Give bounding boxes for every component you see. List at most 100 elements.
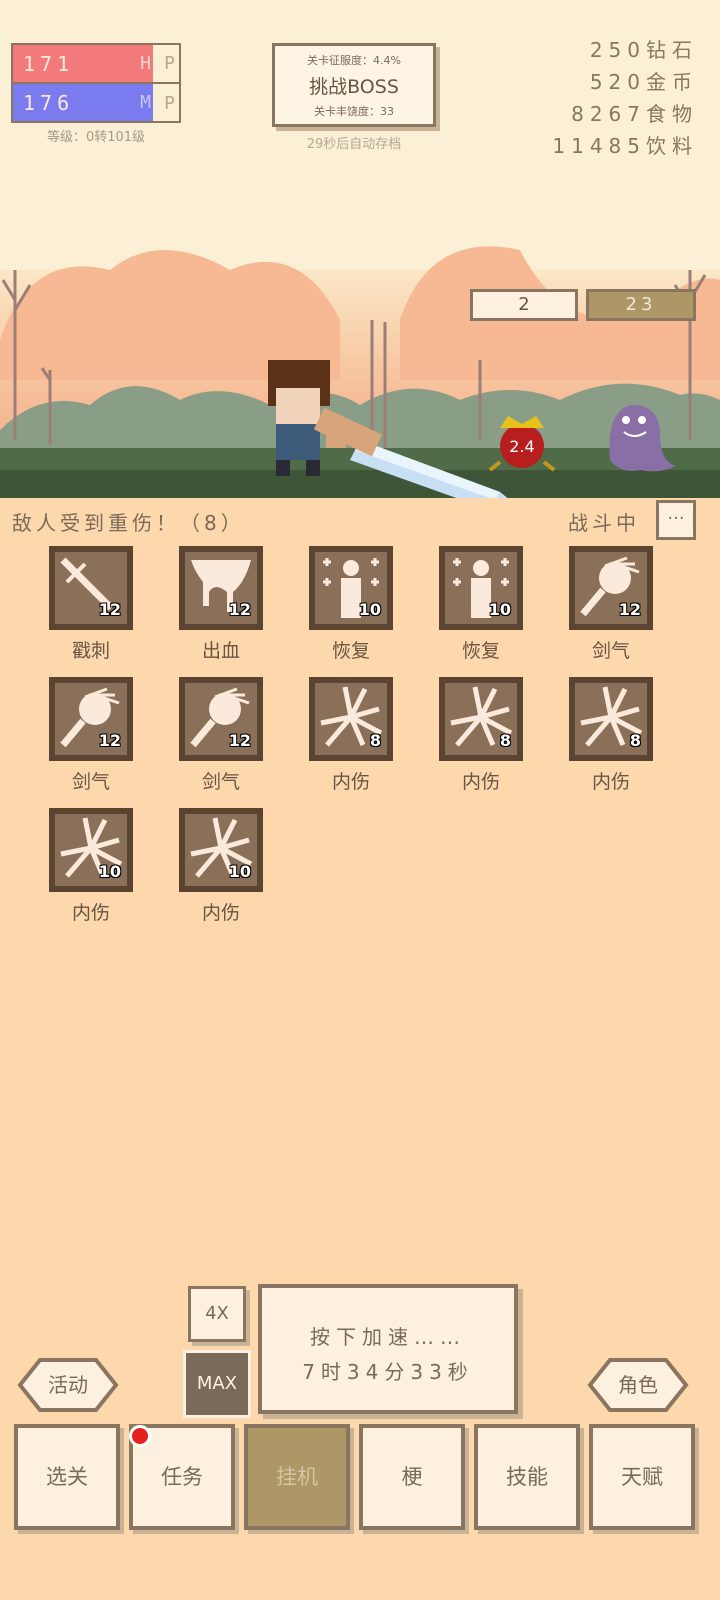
character-button[interactable]: 角色 xyxy=(586,1357,690,1413)
skill-count: 10 xyxy=(228,862,251,881)
bleed-icon: 12 xyxy=(179,546,263,630)
internal-injury-icon: 8 xyxy=(309,677,393,761)
mp-p-letter: P xyxy=(164,93,175,114)
wave-total: 23 xyxy=(586,289,696,321)
boss-button-label: 挑战BOSS xyxy=(309,76,399,98)
tab-select-level[interactable]: 选关 xyxy=(14,1424,120,1530)
activity-label: 活动 xyxy=(48,1373,88,1397)
mp-letter: M xyxy=(140,92,151,113)
skill-name: 内伤 xyxy=(331,771,370,793)
skill-count: 12 xyxy=(618,600,641,619)
skill-name: 内伤 xyxy=(71,902,110,924)
resource-value: 11485 xyxy=(552,134,646,158)
skill-card[interactable]: 12 戳刺 xyxy=(28,543,154,673)
skill-name: 剑气 xyxy=(71,771,110,793)
skill-count: 12 xyxy=(228,600,251,619)
skill-count: 12 xyxy=(228,731,251,750)
tab-talents[interactable]: 天赋 xyxy=(589,1424,695,1530)
skill-name: 恢复 xyxy=(331,640,370,662)
resource-unit: 饮料 xyxy=(646,134,698,158)
skill-count: 10 xyxy=(488,600,511,619)
activity-button[interactable]: 活动 xyxy=(16,1357,120,1413)
resource-drink: 11485饮料 xyxy=(552,130,698,162)
internal-injury-icon: 8 xyxy=(569,677,653,761)
resource-value: 520 xyxy=(589,70,646,94)
more-button[interactable]: ··· xyxy=(656,500,696,540)
challenge-boss-button[interactable]: 关卡征服度：4.4% 挑战BOSS 关卡丰饶度：33 xyxy=(272,43,436,127)
enemy-hp-label: 2.4 xyxy=(509,437,534,456)
hp-mp-panel: 171 H 176 M P P xyxy=(11,43,181,123)
tab-meme[interactable]: 梗 xyxy=(359,1424,465,1530)
skill-card[interactable]: 8 内伤 xyxy=(288,674,414,804)
recover-icon: 10 xyxy=(309,546,393,630)
internal-injury-icon: 10 xyxy=(49,808,133,892)
skill-card[interactable]: 10 内伤 xyxy=(158,805,284,935)
skill-name: 出血 xyxy=(201,640,240,662)
skill-card[interactable]: 8 内伤 xyxy=(418,674,544,804)
hp-bar: 171 H xyxy=(13,45,153,82)
wave-current: 2 xyxy=(470,289,578,321)
resource-unit: 钻石 xyxy=(646,38,698,62)
skill-name: 戳刺 xyxy=(71,640,110,662)
skill-card[interactable]: 8 内伤 xyxy=(548,674,674,804)
accelerate-button[interactable]: 按下加速…… 7时34分33秒 xyxy=(258,1284,518,1414)
battle-scene-art: 2.4 xyxy=(0,230,720,498)
resource-unit: 金币 xyxy=(646,70,698,94)
conquest-text: 关卡征服度：4.4% xyxy=(307,54,401,67)
accelerate-time: 7时34分33秒 xyxy=(302,1360,474,1384)
skill-card[interactable]: 12 剑气 xyxy=(28,674,154,804)
character-label: 角色 xyxy=(618,1373,658,1397)
skill-name: 内伤 xyxy=(591,771,630,793)
skill-count: 8 xyxy=(629,731,641,750)
internal-injury-icon: 8 xyxy=(439,677,523,761)
skill-card[interactable]: 10 恢复 xyxy=(288,543,414,673)
sword-aura-icon: 12 xyxy=(49,677,133,761)
richness-text: 关卡丰饶度：33 xyxy=(314,105,394,118)
resource-value: 250 xyxy=(589,38,646,62)
mp-bar: 176 M xyxy=(13,84,153,121)
internal-injury-icon: 10 xyxy=(179,808,263,892)
sword-aura-icon: 12 xyxy=(179,677,263,761)
skill-card[interactable]: 12 剑气 xyxy=(548,543,674,673)
speed-4x-button[interactable]: 4X xyxy=(188,1286,246,1342)
hp-value: 171 xyxy=(23,51,75,76)
ground-shadow xyxy=(0,470,720,498)
tab-idle[interactable]: 挂机 xyxy=(244,1424,350,1530)
notification-dot xyxy=(129,1425,151,1447)
resource-list: 250钻石 520金币 8267食物 11485饮料 xyxy=(552,34,698,162)
hp-letter: H xyxy=(140,53,151,74)
skill-count: 12 xyxy=(98,600,121,619)
skill-card[interactable]: 12 出血 xyxy=(158,543,284,673)
skill-name: 剑气 xyxy=(201,771,240,793)
autosave-text: 29秒后自动存档 xyxy=(306,137,402,152)
skill-card[interactable]: 12 剑气 xyxy=(158,674,284,804)
resource-gold: 520金币 xyxy=(552,66,698,98)
resource-unit: 食物 xyxy=(646,102,698,126)
accelerate-prompt: 按下加速…… xyxy=(310,1325,466,1349)
skill-count: 8 xyxy=(369,731,381,750)
battle-status: 战斗中 xyxy=(568,511,640,535)
skill-card[interactable]: 10 恢复 xyxy=(418,543,544,673)
resource-diamond: 250钻石 xyxy=(552,34,698,66)
skill-name: 剑气 xyxy=(591,640,630,662)
skill-name: 内伤 xyxy=(201,902,240,924)
skill-card[interactable]: 10 内伤 xyxy=(28,805,154,935)
speed-max-button[interactable]: MAX xyxy=(183,1350,251,1418)
level-text: 等级：0转101级 xyxy=(46,130,146,145)
hp-p-letter: P xyxy=(164,53,175,74)
battle-scene: 2.4 xyxy=(0,230,720,498)
tab-skills[interactable]: 技能 xyxy=(474,1424,580,1530)
stab-icon: 12 xyxy=(49,546,133,630)
resource-value: 8267 xyxy=(571,102,646,126)
skill-count: 10 xyxy=(98,862,121,881)
bottom-tab-bar: 选关 任务 挂机 梗 技能 天赋 xyxy=(0,1420,720,1530)
battle-message: 敌人受到重伤！（8） xyxy=(12,511,245,535)
skill-name: 内伤 xyxy=(461,771,500,793)
skill-name: 恢复 xyxy=(461,640,500,662)
skill-count: 8 xyxy=(499,731,511,750)
recover-icon: 10 xyxy=(439,546,523,630)
sword-aura-icon: 12 xyxy=(569,546,653,630)
mp-value: 176 xyxy=(23,90,75,115)
resource-food: 8267食物 xyxy=(552,98,698,130)
skill-count: 12 xyxy=(98,731,121,750)
